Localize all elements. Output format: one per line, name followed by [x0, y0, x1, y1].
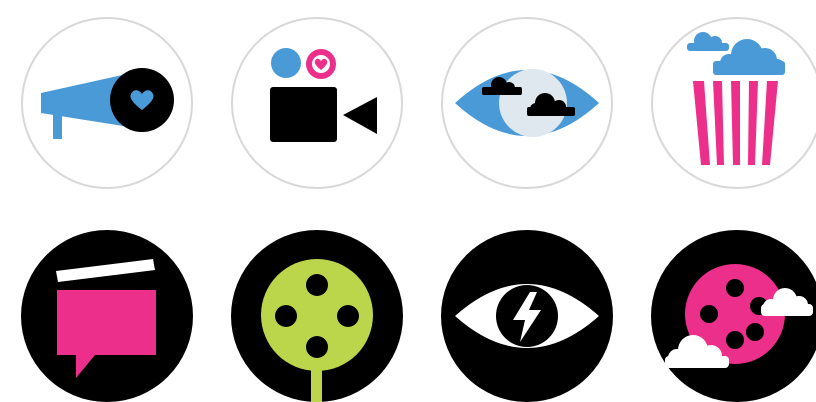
eye-lightning-icon: [441, 230, 613, 402]
eye-clouds-icon: [441, 17, 613, 189]
film-reel-clouds-icon: [651, 230, 816, 402]
clapperboard-chat-icon: [21, 230, 193, 402]
video-camera-heart-icon: [231, 17, 403, 189]
megaphone-heart-icon: [21, 17, 193, 189]
popcorn-icon: [651, 17, 816, 189]
film-reel-tree-icon: [231, 230, 403, 402]
